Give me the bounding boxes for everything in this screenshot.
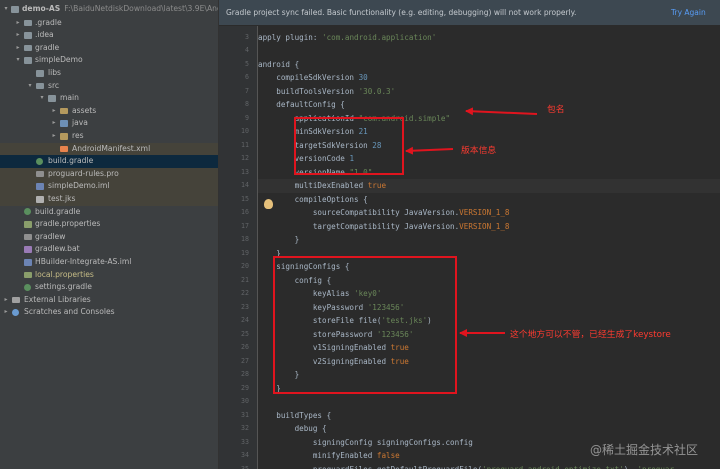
keystore-note-label: 这个地方可以不管，已经生成了keystore: [510, 330, 671, 340]
watermark: @稀土掘金技术社区: [590, 443, 699, 457]
package-arrow: [465, 107, 538, 116]
package-name-label: 包名: [547, 105, 565, 115]
version-arrow: [405, 146, 454, 155]
version-info-label: 版本信息: [461, 146, 497, 156]
annotation-arrows: [405, 107, 538, 337]
ide-window: ▾ demo-AS F:\BaiduNetdiskDownload\latest\…: [0, 0, 720, 469]
